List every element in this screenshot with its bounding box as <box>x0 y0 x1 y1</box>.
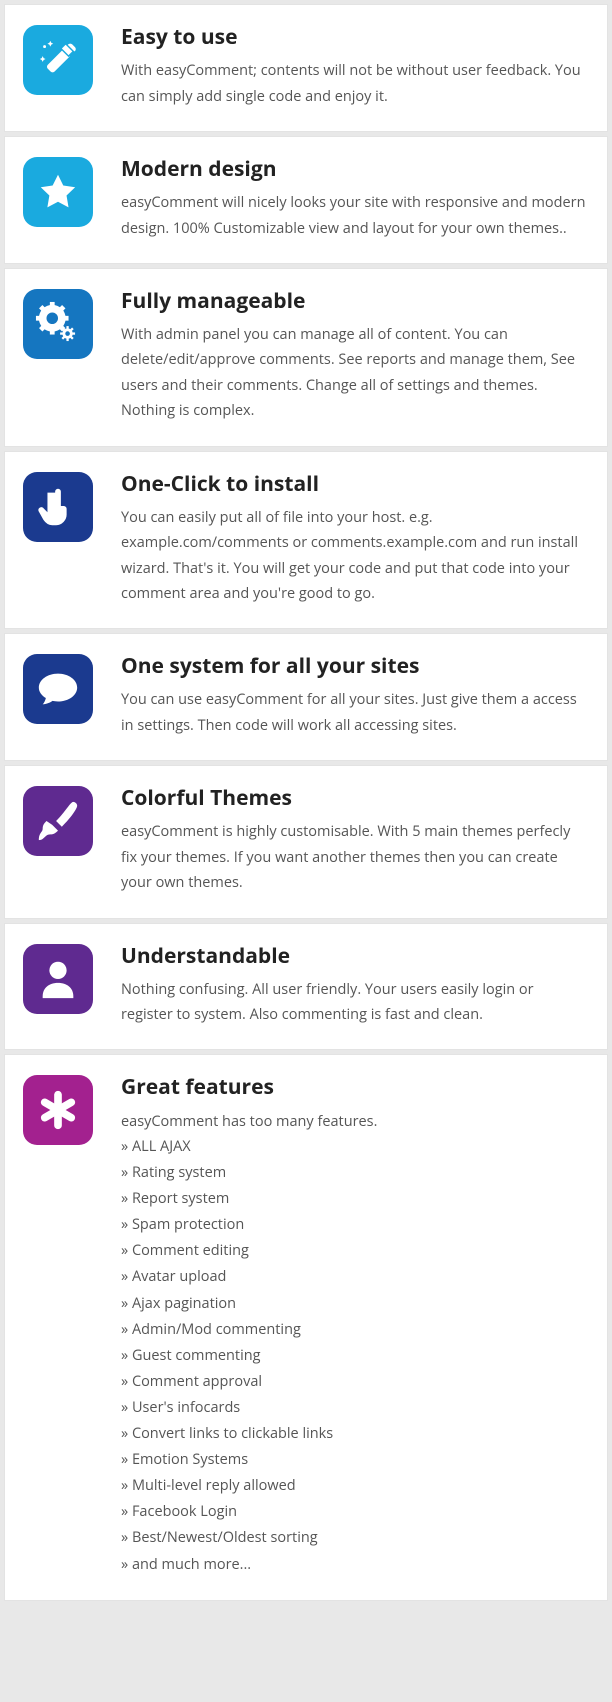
bullet-item: Comment editing <box>121 1238 589 1264</box>
feature-content: One-Click to install You can easily put a… <box>121 472 589 607</box>
feature-desc: easyComment is highly customisable. With… <box>121 819 589 895</box>
feature-content: Understandable Nothing confusing. All use… <box>121 944 589 1028</box>
feature-title: Easy to use <box>121 25 589 50</box>
bullet-item: Rating system <box>121 1160 589 1186</box>
bullet-item: Admin/Mod commenting <box>121 1317 589 1343</box>
brush-icon <box>23 786 93 856</box>
hand-icon <box>23 472 93 542</box>
star-icon <box>23 157 93 227</box>
feature-title: Fully manageable <box>121 289 589 314</box>
feature-card: Easy to use With easyComment; contents wi… <box>4 4 608 132</box>
feature-card: Modern design easyComment will nicely loo… <box>4 136 608 264</box>
feature-title: Understandable <box>121 944 589 969</box>
wand-icon <box>23 25 93 95</box>
feature-content: Great features easyComment has too many f… <box>121 1075 589 1577</box>
bullet-item: Report system <box>121 1186 589 1212</box>
feature-title: Great features <box>121 1075 589 1100</box>
feature-desc: You can use easyComment for all your sit… <box>121 687 589 738</box>
feature-list: Easy to use With easyComment; contents wi… <box>4 4 608 1601</box>
feature-card: One-Click to install You can easily put a… <box>4 451 608 630</box>
feature-title: Modern design <box>121 157 589 182</box>
bullet-item: Emotion Systems <box>121 1447 589 1473</box>
bullet-item: Avatar upload <box>121 1264 589 1290</box>
feature-bullets: ALL AJAXRating systemReport systemSpam p… <box>121 1134 589 1578</box>
feature-card: Great features easyComment has too many f… <box>4 1054 608 1600</box>
feature-desc: With admin panel you can manage all of c… <box>121 322 589 424</box>
feature-card: Understandable Nothing confusing. All use… <box>4 923 608 1051</box>
bullet-item: Facebook Login <box>121 1499 589 1525</box>
feature-content: Easy to use With easyComment; contents wi… <box>121 25 589 109</box>
bullet-item: and much more... <box>121 1552 589 1578</box>
feature-title: One-Click to install <box>121 472 589 497</box>
feature-card: Colorful Themes easyComment is highly cus… <box>4 765 608 918</box>
bullet-item: Best/Newest/Oldest sorting <box>121 1525 589 1551</box>
bullet-item: Multi-level reply allowed <box>121 1473 589 1499</box>
bullet-item: Comment approval <box>121 1369 589 1395</box>
bullet-item: Spam protection <box>121 1212 589 1238</box>
feature-desc: easyComment will nicely looks your site … <box>121 190 589 241</box>
bullet-item: User's infocards <box>121 1395 589 1421</box>
feature-desc: easyComment has too many features. <box>121 1109 589 1134</box>
feature-card: Fully manageable With admin panel you can… <box>4 268 608 447</box>
feature-desc: You can easily put all of file into your… <box>121 505 589 607</box>
user-icon <box>23 944 93 1014</box>
feature-content: Modern design easyComment will nicely loo… <box>121 157 589 241</box>
gears-icon <box>23 289 93 359</box>
speech-icon <box>23 654 93 724</box>
bullet-item: Convert links to clickable links <box>121 1421 589 1447</box>
feature-desc: Nothing confusing. All user friendly. Yo… <box>121 977 589 1028</box>
bullet-item: Ajax pagination <box>121 1291 589 1317</box>
feature-desc: With easyComment; contents will not be w… <box>121 58 589 109</box>
asterisk-icon <box>23 1075 93 1145</box>
bullet-item: ALL AJAX <box>121 1134 589 1160</box>
feature-content: Colorful Themes easyComment is highly cus… <box>121 786 589 895</box>
bullet-item: Guest commenting <box>121 1343 589 1369</box>
feature-content: One system for all your sites You can use… <box>121 654 589 738</box>
feature-content: Fully manageable With admin panel you can… <box>121 289 589 424</box>
feature-card: One system for all your sites You can use… <box>4 633 608 761</box>
feature-title: One system for all your sites <box>121 654 589 679</box>
feature-title: Colorful Themes <box>121 786 589 811</box>
